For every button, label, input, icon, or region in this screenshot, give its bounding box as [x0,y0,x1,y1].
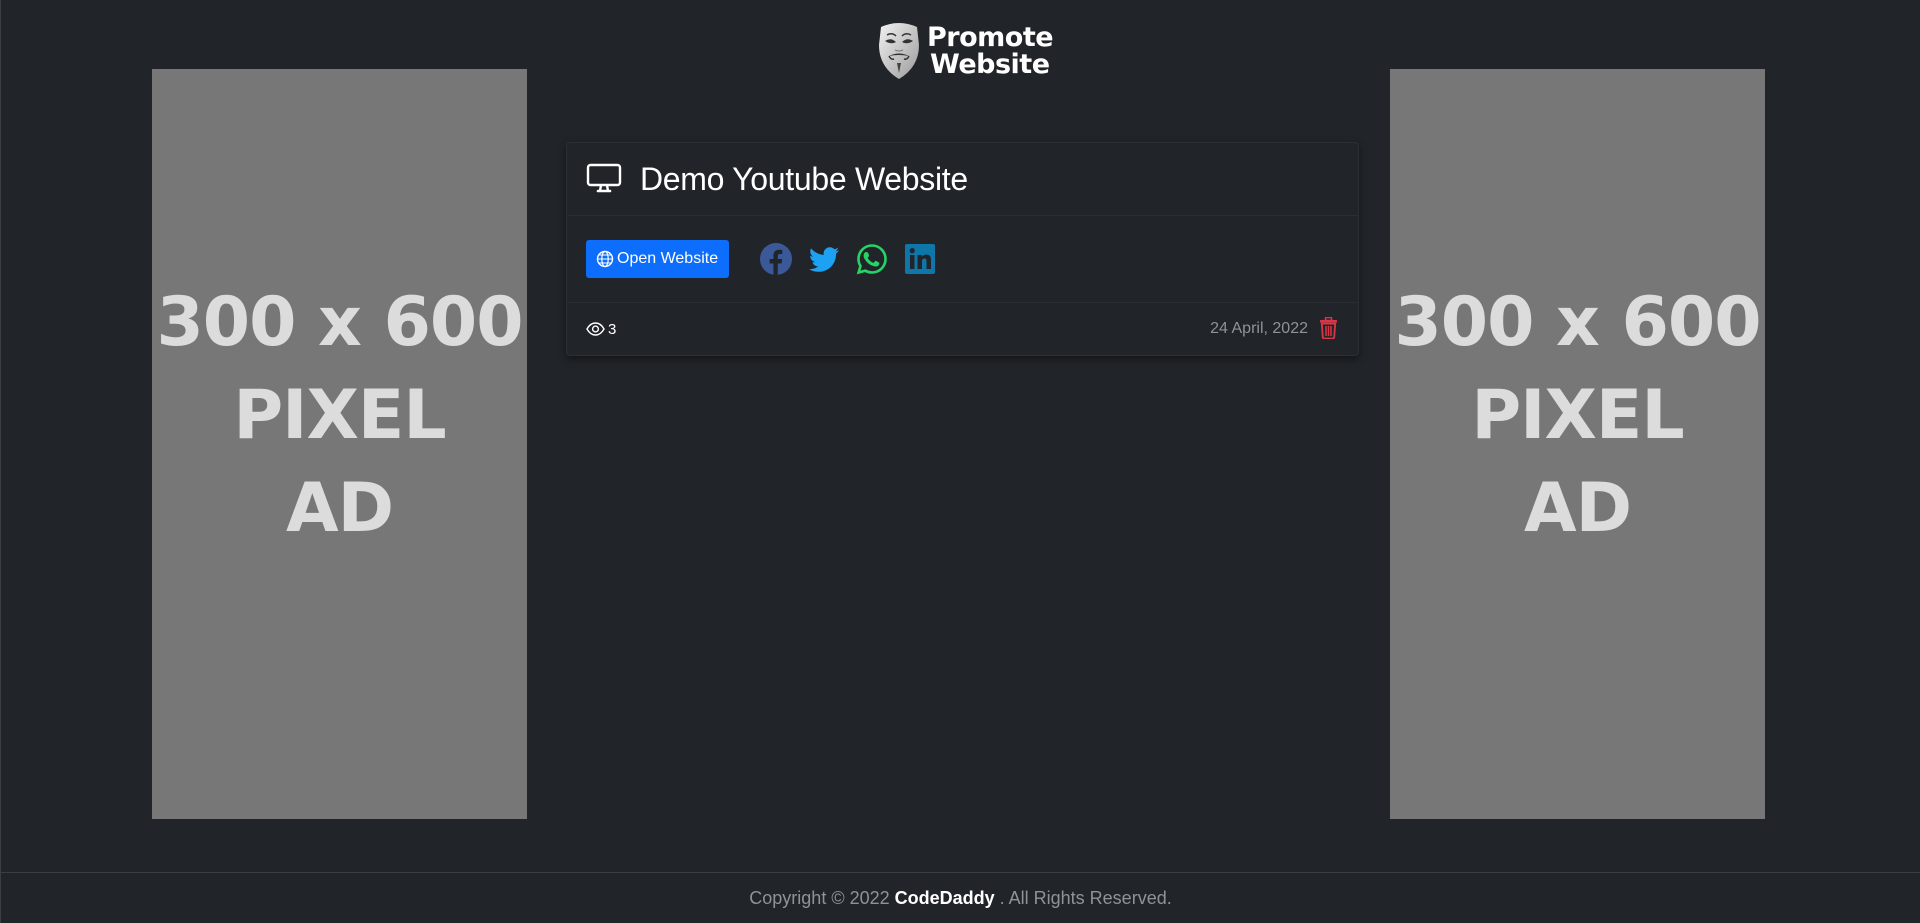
ad-size-label: 300 x 600 [156,282,523,362]
card-meta: 24 April, 2022 [1210,317,1338,339]
page: Promote Website 300 x 600 PIXEL AD 300 x… [0,0,1920,923]
left-ad-banner[interactable]: 300 x 600 PIXEL AD [152,69,527,819]
website-title: Demo Youtube Website [640,160,968,197]
view-count: 3 [586,321,616,338]
ad-pixel-label: PIXEL [1471,375,1684,455]
linkedin-icon[interactable] [904,243,936,275]
view-count-value: 3 [608,320,617,338]
card-header: Demo Youtube Website [567,143,1358,216]
globe-icon [596,250,614,268]
monitor-icon [586,163,622,193]
copyright-text: Copyright © 2022 [749,888,890,908]
ad-label: AD [285,468,394,548]
website-card: Demo Youtube Website Open Website 3 24 A… [566,142,1359,356]
facebook-icon[interactable] [760,243,793,275]
codedaddy-link[interactable]: CodeDaddy [895,888,995,909]
logo-text: Promote Website [927,22,1054,80]
ad-placeholder-text: 300 x 600 PIXEL AD [156,276,523,555]
ad-label: AD [1523,468,1632,548]
ad-size-label: 300 x 600 [1394,282,1761,362]
created-date: 24 April, 2022 [1210,320,1308,337]
share-buttons [760,243,952,275]
site-footer: Copyright © 2022 CodeDaddy . All Rights … [1,872,1920,923]
card-footer: 3 24 April, 2022 [567,303,1358,355]
card-actions: Open Website [567,216,1358,303]
ad-pixel-label: PIXEL [233,375,446,455]
ad-placeholder-text: 300 x 600 PIXEL AD [1394,276,1761,555]
whatsapp-icon[interactable] [856,243,888,275]
logo-line-2: Website [930,49,1050,80]
right-ad-banner[interactable]: 300 x 600 PIXEL AD [1390,69,1765,819]
rights-text: . All Rights Reserved. [999,888,1172,908]
twitter-icon[interactable] [808,243,840,275]
open-website-label: Open Website [617,250,719,267]
trash-icon[interactable] [1319,317,1338,339]
anonymous-mask-icon [879,23,919,79]
logo-line-1: Promote [927,22,1054,53]
site-logo[interactable]: Promote Website [877,20,1054,82]
eye-icon [586,322,605,336]
open-website-button[interactable]: Open Website [586,240,730,278]
